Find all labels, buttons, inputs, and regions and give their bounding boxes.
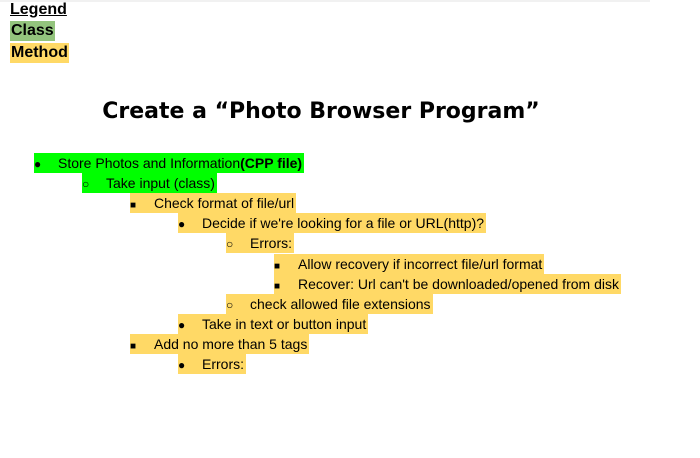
legend-title: Legend <box>10 1 67 18</box>
list-item: ● Take in text or button input <box>178 314 369 334</box>
list-item-text: Decide if we're looking for a file or UR… <box>202 215 485 231</box>
list-item: ● Store Photos and Information(CPP file) <box>34 153 305 173</box>
disc-bullet-icon: ● <box>178 217 186 231</box>
circle-bullet-icon: ○ <box>226 237 234 251</box>
square-bullet-icon: ■ <box>130 200 137 211</box>
legend-method: Method <box>10 43 69 63</box>
list-item-text: Recover: Url can't be downloaded/opened … <box>298 276 619 292</box>
list-item-text: Take in text or button input <box>202 316 367 332</box>
disc-bullet-icon: ● <box>34 157 42 171</box>
circle-bullet-icon: ○ <box>82 177 90 191</box>
list-item-text: Store Photos and Information <box>58 155 241 171</box>
list-item-text: Take input (class) <box>106 175 215 191</box>
square-bullet-icon: ■ <box>130 341 137 352</box>
list-item-text: check allowed file extensions <box>250 296 431 312</box>
list-item: ■ Recover: Url can't be downloaded/opened… <box>274 274 621 294</box>
disc-bullet-icon: ● <box>178 358 186 372</box>
list-item-text: Add no more than 5 tags <box>154 336 308 352</box>
list-item: ● Decide if we're looking for a file or U… <box>178 213 487 233</box>
list-item: ■ Allow recovery if incorrect file/url fo… <box>274 254 545 274</box>
disc-bullet-icon: ● <box>178 318 186 332</box>
list-item: ○ Errors: <box>226 233 294 253</box>
list-item: ● Errors: <box>178 354 246 374</box>
page-top-border <box>0 0 650 2</box>
list-item-text: Errors: <box>250 235 292 251</box>
list-item-text: Check format of file/url <box>154 195 295 211</box>
circle-bullet-icon: ○ <box>226 298 234 312</box>
list-item-text: Errors: <box>202 356 244 372</box>
document-title: Create a “Photo Browser Program” <box>102 99 540 124</box>
list-item: ○ Take input (class) <box>82 173 217 193</box>
list-item-bold-suffix: (CPP file) <box>240 155 303 171</box>
list-item: ■ Check format of file/url <box>130 193 297 213</box>
list-item: ○ check allowed file extensions <box>226 294 433 314</box>
legend-class: Class <box>10 21 55 41</box>
list-item-text: Allow recovery if incorrect file/url for… <box>298 256 543 272</box>
list-item: ■ Add no more than 5 tags <box>130 334 310 354</box>
